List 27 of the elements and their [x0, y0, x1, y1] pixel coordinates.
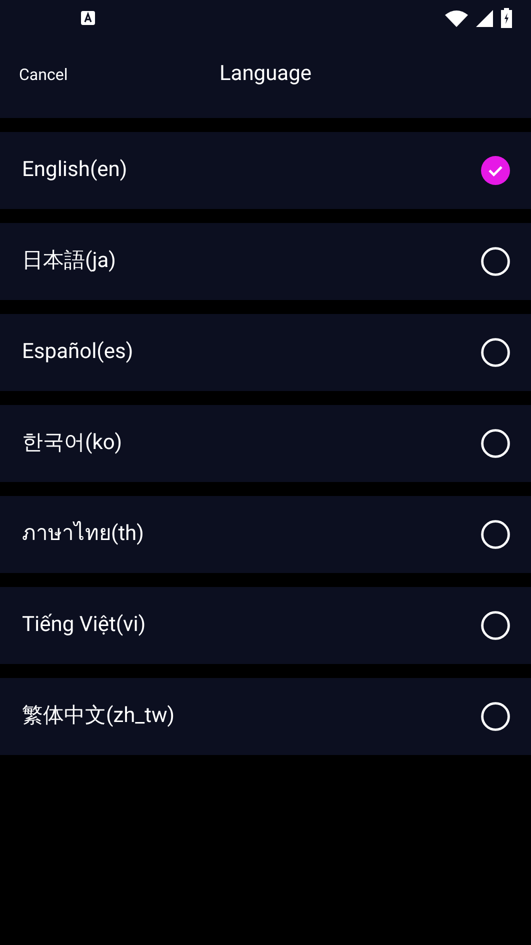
language-label: 日本語(ja) [22, 248, 117, 275]
language-label: ภาษาไทย(th) [22, 520, 145, 548]
radio-icon[interactable] [481, 338, 510, 367]
radio-icon[interactable] [481, 520, 510, 549]
language-row[interactable]: 繁体中文(zh_tw) [0, 678, 531, 755]
language-row[interactable]: ภาษาไทย(th) [0, 496, 531, 573]
language-row[interactable]: English(en) [0, 132, 531, 209]
cancel-button[interactable]: Cancel [19, 67, 68, 83]
language-label: 한국어(ko) [22, 430, 124, 457]
language-row[interactable]: 日本語(ja) [0, 223, 531, 300]
page-title: Language [219, 60, 312, 88]
language-row[interactable]: Tiếng Việt(vi) [0, 587, 531, 664]
signal-icon [476, 10, 493, 26]
radio-icon[interactable] [481, 702, 510, 731]
wifi-icon [445, 10, 468, 26]
language-label: 繁体中文(zh_tw) [22, 702, 176, 730]
language-row[interactable]: Español(es) [0, 314, 531, 391]
radio-icon[interactable] [481, 429, 510, 458]
radio-icon[interactable] [481, 611, 510, 640]
language-row[interactable]: 한국어(ko) [0, 405, 531, 482]
language-label: Tiếng Việt(vi) [22, 612, 147, 639]
radio-icon[interactable] [481, 247, 510, 276]
checked-radio-icon[interactable] [481, 156, 510, 185]
notification-icon [81, 11, 95, 25]
language-label: English(en) [22, 156, 128, 184]
language-label: Español(es) [22, 338, 134, 366]
battery-icon [501, 8, 512, 28]
